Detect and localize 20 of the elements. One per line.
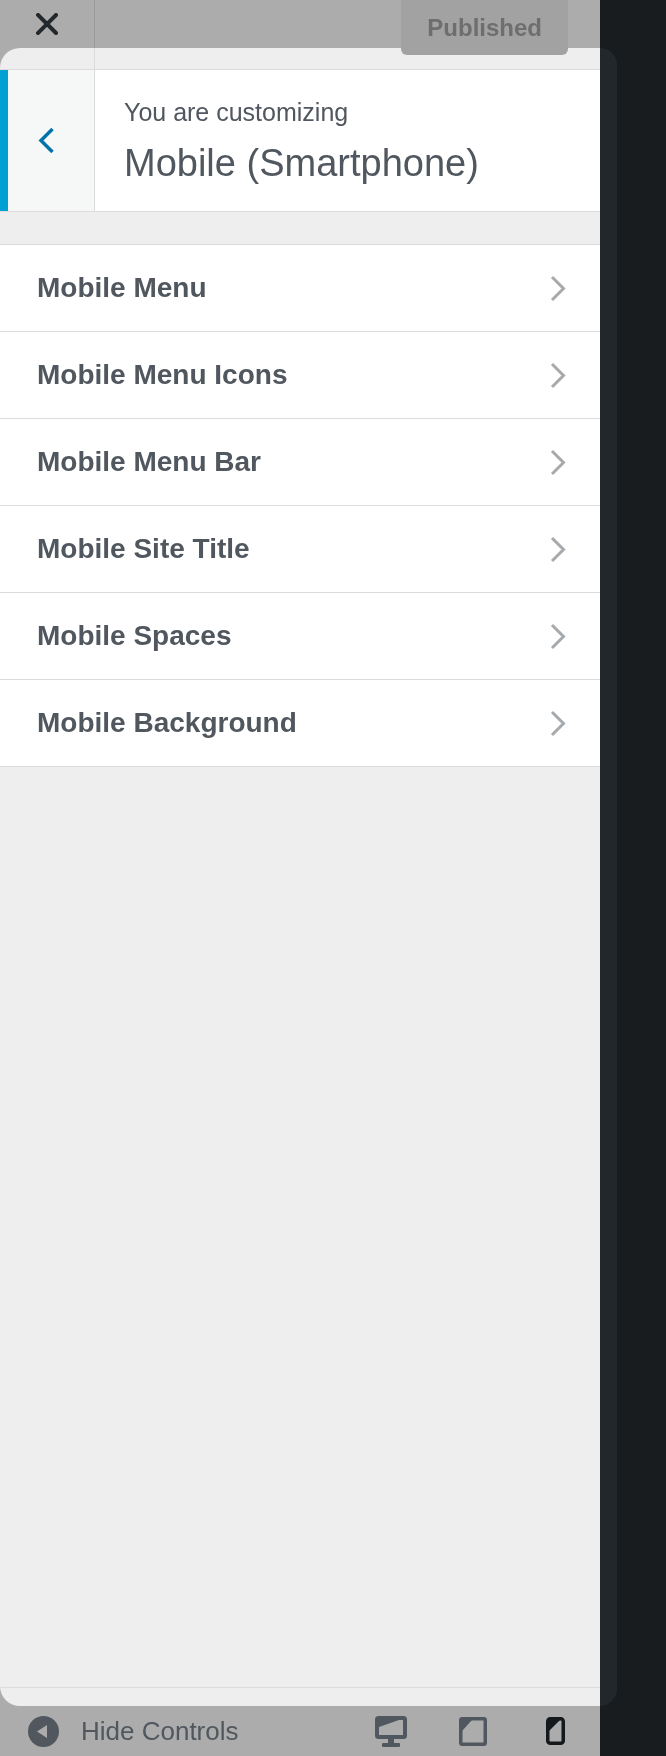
section-item[interactable]: Mobile Background — [0, 680, 600, 767]
section-item[interactable]: Mobile Site Title — [0, 506, 600, 593]
chevron-right-icon — [550, 274, 566, 302]
chevron-right-icon — [550, 361, 566, 389]
back-chevron-icon — [38, 127, 55, 154]
chevron-right-icon — [550, 535, 566, 563]
chevron-right-icon — [550, 448, 566, 476]
desktop-icon — [375, 1715, 407, 1747]
chevron-right-icon — [550, 622, 566, 650]
section-item[interactable]: Mobile Spaces — [0, 593, 600, 680]
tablet-icon — [459, 1716, 487, 1746]
smartphone-icon — [545, 1717, 565, 1745]
section-item[interactable]: Mobile Menu — [0, 245, 600, 332]
section-item[interactable]: Mobile Menu Icons — [0, 332, 600, 419]
panel-title: Mobile (Smartphone) — [124, 141, 479, 186]
back-button[interactable] — [0, 70, 95, 211]
close-icon — [36, 13, 58, 35]
section-item[interactable]: Mobile Menu Bar — [0, 419, 600, 506]
chevron-right-icon — [550, 709, 566, 737]
customizing-caption: You are customizing — [124, 97, 350, 127]
